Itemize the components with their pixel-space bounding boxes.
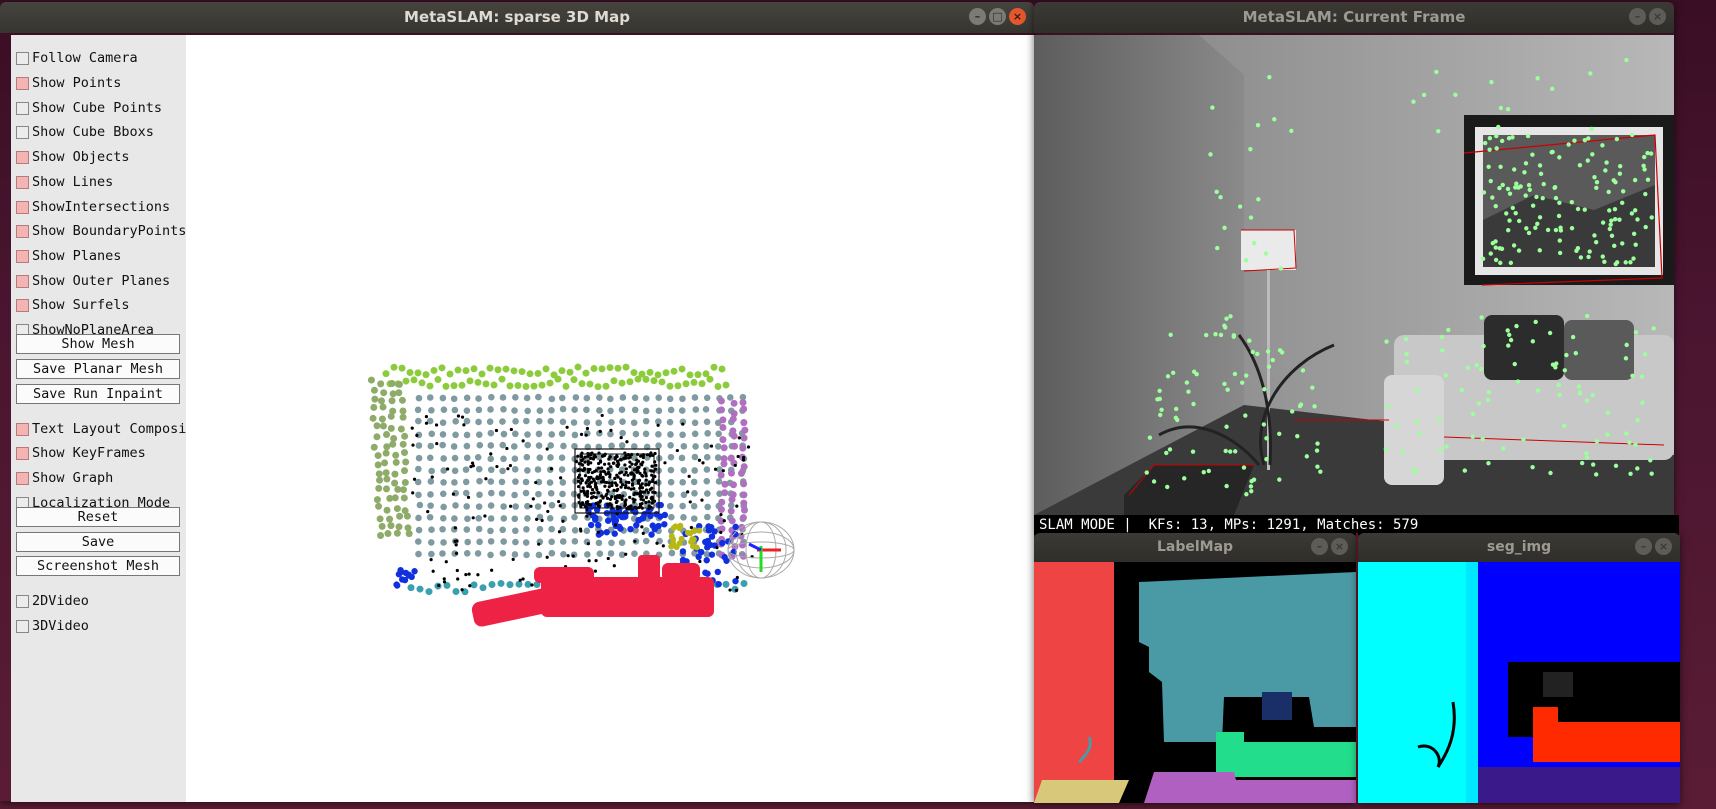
show-boundary-points-checkbox[interactable]: Show BoundaryPoints bbox=[11, 221, 186, 241]
seg-img-title: seg_img bbox=[1486, 539, 1552, 555]
checkbox-icon[interactable] bbox=[16, 76, 29, 90]
checkbox-label: Show Points bbox=[32, 75, 122, 91]
show-graph-checkbox[interactable]: Show Graph bbox=[11, 468, 113, 488]
checkbox-icon[interactable] bbox=[16, 446, 29, 460]
minimize-icon[interactable]: – bbox=[969, 8, 986, 25]
show-cube-bboxs-checkbox[interactable]: Show Cube Bboxs bbox=[11, 122, 154, 142]
checkbox-icon[interactable] bbox=[16, 224, 29, 238]
close-icon[interactable]: × bbox=[1331, 538, 1348, 555]
checkbox-label: Show Graph bbox=[32, 470, 114, 486]
checkbox-label: Show Objects bbox=[32, 149, 130, 165]
checkbox-icon[interactable] bbox=[16, 619, 29, 633]
grayscale-room-image bbox=[1034, 35, 1674, 515]
follow-camera-checkbox[interactable]: Follow Camera bbox=[11, 48, 138, 68]
map-window: MetaSLAM: sparse 3D Map – □ × Follow Cam… bbox=[0, 2, 1034, 802]
checkbox-label: Show Surfels bbox=[32, 297, 130, 313]
show-outer-planes-checkbox[interactable]: Show Outer Planes bbox=[11, 271, 170, 291]
show-lines-checkbox[interactable]: Show Lines bbox=[11, 172, 113, 192]
labelmap-titlebar[interactable]: LabelMap – × bbox=[1034, 533, 1356, 562]
2dvideo-checkbox[interactable]: 2DVideo bbox=[11, 591, 89, 611]
keyframe-sphere bbox=[727, 521, 795, 579]
checkbox-label: Show Cube Points bbox=[32, 100, 163, 116]
save-button[interactable]: Save bbox=[16, 532, 180, 552]
checkbox-icon[interactable] bbox=[16, 298, 29, 312]
checkbox-label: Show BoundaryPoints bbox=[32, 223, 187, 239]
checkbox-icon[interactable] bbox=[16, 422, 29, 436]
frame-window-titlebar[interactable]: MetaSLAM: Current Frame – × bbox=[1034, 2, 1674, 33]
checkbox-icon[interactable] bbox=[16, 51, 29, 65]
checkbox-label: Follow Camera bbox=[32, 50, 138, 66]
checkbox-label: 3DVideo bbox=[32, 618, 89, 634]
map-window-title: MetaSLAM: sparse 3D Map bbox=[404, 8, 630, 26]
minimize-icon[interactable]: – bbox=[1635, 538, 1652, 555]
show-cube-points-checkbox[interactable]: Show Cube Points bbox=[11, 98, 162, 118]
checkbox-icon[interactable] bbox=[16, 125, 29, 139]
checkbox-icon[interactable] bbox=[16, 274, 29, 288]
point-cloud-render bbox=[367, 363, 795, 627]
checkbox-icon[interactable] bbox=[16, 175, 29, 189]
3dvideo-checkbox[interactable]: 3DVideo bbox=[11, 616, 89, 636]
seg-img-window: seg_img – × bbox=[1358, 533, 1680, 803]
checkbox-label: Show Outer Planes bbox=[32, 273, 171, 289]
checkbox-label: 2DVideo bbox=[32, 593, 89, 609]
show-objects-checkbox[interactable]: Show Objects bbox=[11, 147, 130, 167]
camera-frame-image bbox=[1034, 35, 1674, 515]
maximize-icon[interactable]: □ bbox=[989, 8, 1006, 25]
checkbox-label: ShowIntersections bbox=[32, 199, 171, 215]
checkbox-icon[interactable] bbox=[16, 200, 29, 214]
checkbox-icon[interactable] bbox=[16, 249, 29, 263]
close-icon[interactable]: × bbox=[1009, 8, 1026, 25]
labelmap-image bbox=[1034, 562, 1356, 803]
minimize-icon[interactable]: – bbox=[1629, 8, 1646, 25]
checkbox-label: Show Cube Bboxs bbox=[32, 124, 154, 140]
seg-img-titlebar[interactable]: seg_img – × bbox=[1358, 533, 1680, 562]
screenshot-mesh-button[interactable]: Screenshot Mesh bbox=[16, 556, 180, 576]
checkbox-label: Show Lines bbox=[32, 174, 114, 190]
reset-button[interactable]: Reset bbox=[16, 507, 180, 527]
checkbox-icon[interactable] bbox=[16, 101, 29, 115]
save-run-inpaint-button[interactable]: Save Run Inpaint bbox=[16, 384, 180, 404]
close-icon[interactable]: × bbox=[1655, 538, 1672, 555]
control-panel: Follow Camera Show Points Show Cube Poin… bbox=[11, 35, 219, 802]
slam-status-bar: SLAM MODE | KFs: 13, MPs: 1291, Matches:… bbox=[1034, 515, 1679, 535]
labelmap-window: LabelMap – × bbox=[1034, 533, 1356, 803]
map-window-titlebar[interactable]: MetaSLAM: sparse 3D Map – □ × bbox=[0, 2, 1034, 33]
sofa-points bbox=[471, 555, 714, 627]
current-frame-window: MetaSLAM: Current Frame – × SLAM MODE | … bbox=[1034, 2, 1679, 535]
minimize-icon[interactable]: – bbox=[1311, 538, 1328, 555]
show-mesh-button[interactable]: Show Mesh bbox=[16, 334, 180, 354]
checkbox-icon[interactable] bbox=[16, 471, 29, 485]
show-planes-checkbox[interactable]: Show Planes bbox=[11, 246, 121, 266]
checkbox-icon[interactable] bbox=[16, 594, 29, 608]
save-planar-mesh-button[interactable]: Save Planar Mesh bbox=[16, 359, 180, 379]
show-points-checkbox[interactable]: Show Points bbox=[11, 73, 121, 93]
seg-image bbox=[1358, 562, 1680, 803]
checkbox-label: Show Planes bbox=[32, 248, 122, 264]
labelmap-title: LabelMap bbox=[1156, 539, 1234, 555]
frame-window-title: MetaSLAM: Current Frame bbox=[1242, 8, 1466, 26]
checkbox-label: Show KeyFrames bbox=[32, 445, 146, 461]
show-intersections-checkbox[interactable]: ShowIntersections bbox=[11, 197, 170, 217]
show-keyframes-checkbox[interactable]: Show KeyFrames bbox=[11, 443, 146, 463]
show-surfels-checkbox[interactable]: Show Surfels bbox=[11, 295, 130, 315]
checkbox-icon[interactable] bbox=[16, 150, 29, 164]
map-3d-viewport[interactable] bbox=[186, 35, 1034, 802]
close-icon[interactable]: × bbox=[1649, 8, 1666, 25]
